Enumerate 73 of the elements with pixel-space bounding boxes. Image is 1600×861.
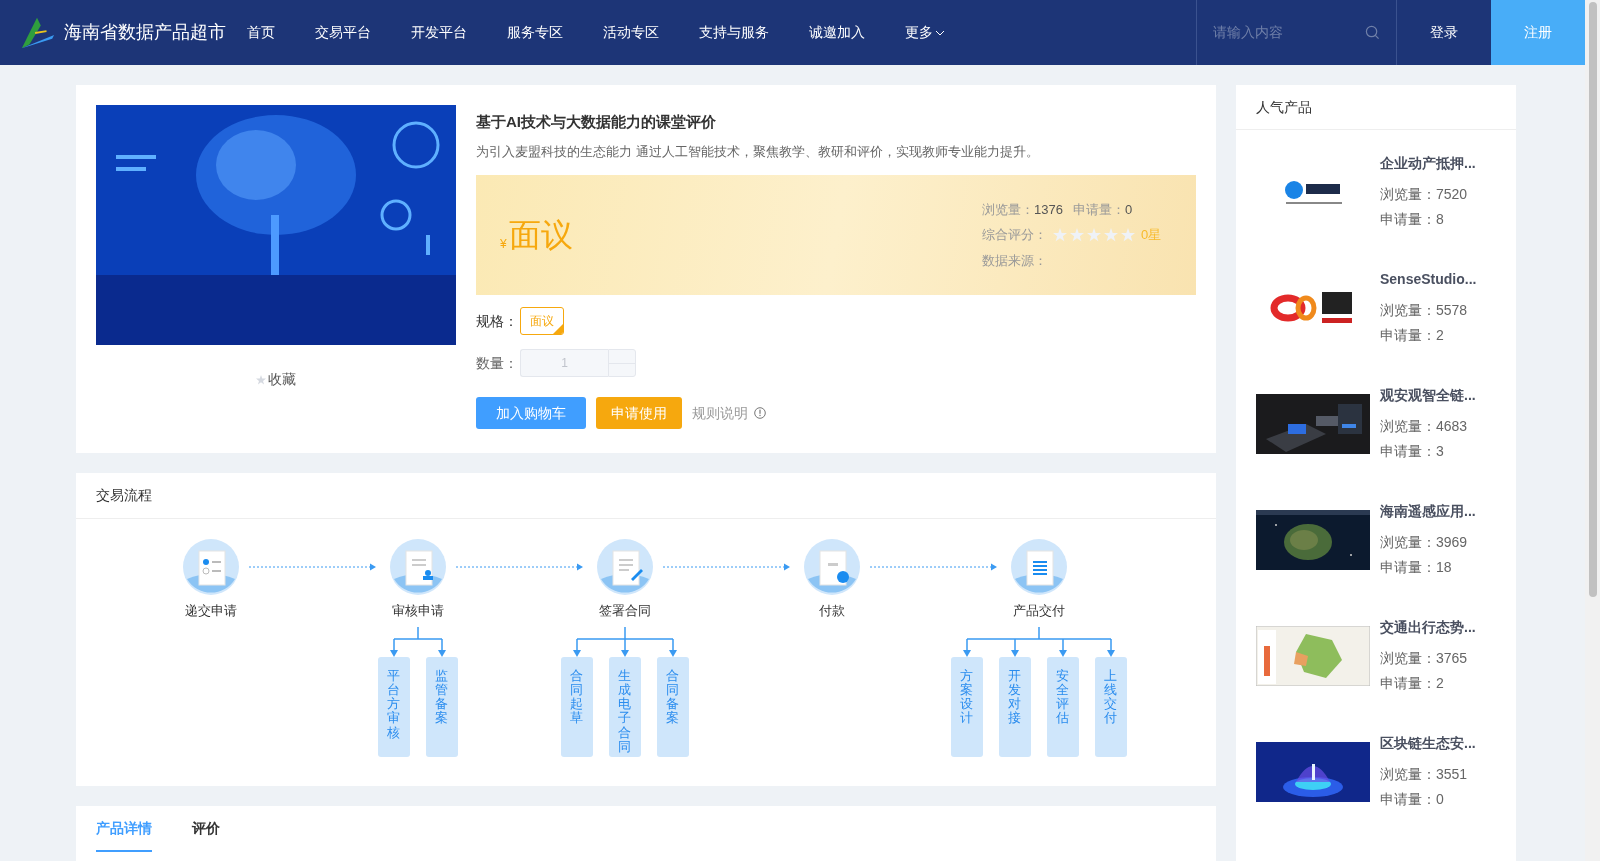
spec-label: 规格：	[476, 311, 518, 331]
product-name[interactable]: 海南遥感应用...	[1380, 501, 1476, 522]
application-count: 申请量：3	[1380, 442, 1445, 461]
nav-link[interactable]: 首页	[247, 22, 275, 43]
price: 面议	[508, 216, 573, 255]
product-title: 基于AI技术与大数据能力的课堂评价	[476, 112, 717, 132]
substep-tag: 合同起草	[560, 656, 593, 757]
document-icon	[389, 539, 446, 595]
application-count: 申请量：2	[1380, 674, 1445, 693]
product-name[interactable]: 交通出行态势...	[1380, 617, 1476, 638]
quantity-label: 数量：	[476, 353, 518, 373]
view-count: 浏览量：3551	[1380, 765, 1469, 784]
step-label: 产品交付	[1012, 602, 1065, 620]
document-icon	[1010, 539, 1067, 595]
application-count: 申请量：18	[1380, 558, 1453, 577]
star-icon	[1104, 228, 1118, 242]
data-source-label: 数据来源：	[982, 251, 1048, 270]
product-name[interactable]: 区块链生态安...	[1380, 733, 1476, 754]
nav-link[interactable]: 诚邀加入	[809, 22, 865, 43]
substep-tag: 平台方审核	[377, 656, 410, 757]
product-description: 为引入麦盟科技的生态能力 通过人工智能技术，聚焦教学、教研和评价，实现教师专业能力提升。	[476, 142, 1040, 161]
favorite-link[interactable]: 收藏	[256, 369, 296, 390]
star-icon	[1070, 228, 1084, 242]
star-icon	[1087, 228, 1101, 242]
nav-link[interactable]: 活动专区	[603, 22, 659, 43]
nav-link[interactable]: 更多	[905, 22, 945, 43]
nav-link[interactable]: 服务专区	[507, 22, 563, 43]
substep-tag: 开发对接	[998, 656, 1031, 757]
rating-text: 0星	[1141, 226, 1162, 245]
application-count: 申请量：2	[1380, 326, 1445, 345]
product-name[interactable]: SenseStudio...	[1380, 269, 1477, 290]
document-icon	[596, 539, 653, 595]
step-label: 递交申请	[184, 602, 237, 620]
tab[interactable]: 评价	[192, 806, 220, 852]
view-count: 浏览量：5578	[1380, 301, 1469, 320]
search-field[interactable]: 请输入内容	[1213, 22, 1365, 43]
star-icon	[1121, 228, 1135, 242]
document-icon	[803, 539, 860, 595]
substep-tag: 监管备案	[425, 656, 458, 757]
nav-link[interactable]: 开发平台	[411, 22, 467, 43]
substep-tag: 方案设计	[950, 656, 983, 757]
substep-tag: 安全评估	[1046, 656, 1079, 757]
view-count: 浏览量：3765	[1380, 649, 1469, 668]
star-icon	[1053, 228, 1067, 242]
step-label: 付款	[818, 602, 845, 620]
substep-tag: 生成电子合同	[608, 656, 641, 757]
scrollbar[interactable]	[1585, 0, 1600, 861]
application-count: 申请量：0	[1072, 200, 1133, 219]
application-count: 申请量：0	[1380, 790, 1445, 809]
caret-icon	[935, 29, 945, 36]
panel-title: 人气产品	[1256, 97, 1312, 117]
view-count: 浏览量：4683	[1380, 417, 1469, 436]
step-label: 审核申请	[391, 602, 444, 620]
substep-tag: 上线交付	[1094, 656, 1127, 757]
document-icon	[182, 539, 239, 595]
spin-buttons[interactable]	[608, 349, 636, 377]
substep-tag: 合同备案	[656, 656, 689, 757]
nav-link[interactable]: 交易平台	[315, 22, 371, 43]
product-name[interactable]: 观安观智全链...	[1380, 385, 1476, 406]
view-count: 浏览量：7520	[1380, 185, 1469, 204]
application-count: 申请量：8	[1380, 210, 1445, 229]
step-label: 签署合同	[598, 602, 651, 620]
rating-label: 综合评分：	[982, 226, 1047, 245]
view-count: 浏览量：1376	[982, 200, 1063, 219]
info-icon	[754, 407, 766, 419]
product-name[interactable]: 企业动产抵押...	[1380, 153, 1476, 174]
star-icon	[256, 374, 266, 385]
nav-link[interactable]: 支持与服务	[699, 22, 769, 43]
currency-symbol: ¥	[500, 236, 507, 253]
section-title: 交易流程	[96, 486, 152, 505]
search-icon	[1365, 25, 1380, 40]
view-count: 浏览量：3969	[1380, 533, 1469, 552]
site-name: 海南省数据产品超市	[64, 21, 226, 44]
